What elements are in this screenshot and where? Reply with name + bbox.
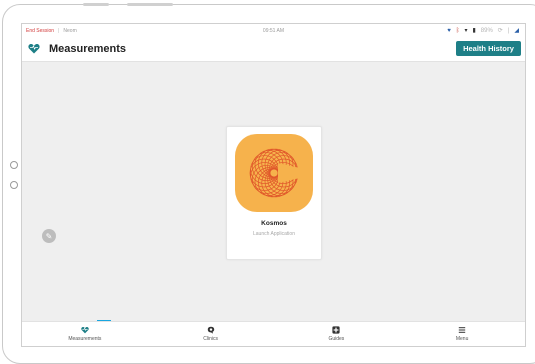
nav-item-clinics[interactable]: Clinics: [148, 322, 274, 346]
health-history-button[interactable]: Health History: [456, 41, 521, 56]
page-title: Measurements: [49, 43, 127, 55]
nav-item-measurements[interactable]: Measurements: [22, 322, 148, 346]
heart-icon: ♥: [447, 27, 451, 34]
menu-icon: [458, 327, 466, 333]
spiral-ring: [250, 155, 279, 184]
camera-dot: [10, 161, 18, 169]
spiral-graphic: [249, 148, 304, 198]
nav-item-guides[interactable]: Guides: [274, 322, 400, 346]
nav-label: Guides: [328, 336, 345, 342]
spiral-notch: [278, 163, 304, 183]
signal-icon: ◢: [514, 28, 519, 34]
plus-square-icon: [332, 326, 340, 334]
nav-label: Measurements: [68, 336, 102, 342]
spiral-ring: [250, 162, 279, 191]
divider-icon: |: [507, 27, 510, 34]
hardware-button: [127, 3, 173, 6]
sync-icon: ⟳: [497, 28, 503, 34]
battery-percent: 89%: [480, 27, 493, 34]
status-bar: End Session | Neom 09:51 AM ♥ ᛒ ▾ ▮ 89% ⟳ …: [22, 24, 525, 37]
edit-button[interactable]: ✎: [42, 229, 56, 243]
wifi-icon: ▾: [464, 28, 468, 34]
sensor-dot: [10, 181, 18, 189]
app-bar: Measurements Health History: [22, 37, 525, 62]
app-launch-label[interactable]: Launch Application: [227, 231, 321, 237]
hardware-button: [83, 3, 109, 6]
app-screen: End Session | Neom 09:51 AM ♥ ᛒ ▾ ▮ 89% ⟳ …: [21, 23, 526, 347]
app-card-kosmos[interactable]: Kosmos Launch Application: [226, 126, 322, 260]
nav-item-menu[interactable]: Menu: [399, 322, 525, 346]
bluetooth-icon: ᛒ: [455, 27, 460, 34]
app-name: Kosmos: [261, 220, 287, 227]
chat-bubble-icon: [207, 326, 214, 334]
heart-logo-icon: [28, 43, 40, 54]
battery-icon: ▮: [472, 28, 476, 34]
kosmos-spiral-icon[interactable]: [235, 134, 313, 212]
nav-label: Menu: [455, 336, 469, 342]
pencil-icon: ✎: [45, 231, 53, 241]
nav-label: Clinics: [203, 336, 218, 342]
bottom-nav: Measurements Clinics Guides Menu: [22, 321, 525, 346]
heart-icon: [81, 326, 89, 334]
